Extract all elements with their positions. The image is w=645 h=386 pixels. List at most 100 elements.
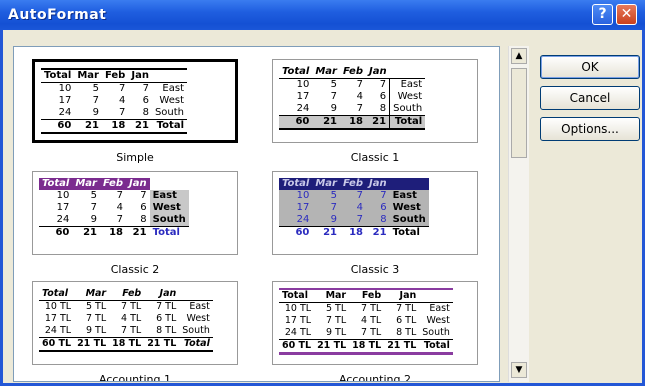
preview-table: Total Mar Feb Jan 10 5 7 7 East 17 7 4 6 West 24… <box>279 66 426 130</box>
row-label: West <box>159 95 184 106</box>
autoformat-dialog: AutoFormat ? ✕ Total Mar Feb Jan 10 5 7 7 Ea… <box>0 0 645 386</box>
data-cell: 9 <box>90 214 97 225</box>
format-simple[interactable]: Total Mar Feb Jan 10 5 7 7 East 17 7 4 6 West 24… <box>22 55 252 183</box>
header-cell <box>419 289 453 303</box>
data-cell: 17 <box>56 202 70 213</box>
data-cell: 17 TL <box>44 313 72 324</box>
total-cell: 60 TL <box>42 338 72 349</box>
total-cell: 21 <box>323 116 337 127</box>
header-cell: Total <box>282 178 310 189</box>
total-cell: 60 <box>55 227 70 238</box>
data-cell: 7 TL <box>121 301 142 312</box>
data-cell: 6 TL <box>396 315 417 326</box>
data-cell: 5 <box>92 83 99 94</box>
data-cell: 4 <box>116 202 123 213</box>
scroll-down-icon[interactable]: ▼ <box>511 362 527 378</box>
data-cell: 7 <box>116 214 123 225</box>
data-cell: 17 TL <box>284 315 312 326</box>
data-cell: 17 <box>296 202 310 213</box>
data-cell: 8 <box>142 107 149 118</box>
header-cell: Mar <box>315 66 337 77</box>
data-cell: 4 <box>356 91 363 102</box>
data-cell: 9 <box>330 103 337 114</box>
data-cell: 24 TL <box>284 327 312 338</box>
header-cell <box>179 288 213 301</box>
row-label: East <box>189 301 210 312</box>
data-cell: 10 <box>58 83 72 94</box>
data-cell: 7 <box>92 95 99 106</box>
data-cell: 7 <box>118 107 126 118</box>
data-cell: 9 TL <box>325 327 347 338</box>
data-cell: 6 <box>380 202 387 213</box>
preview-table: Total Mar Feb Jan 10 TL 5 TL 7 TL 7 TL East … <box>39 288 213 352</box>
header-cell: Jan <box>399 290 417 301</box>
format-classic-3[interactable]: Total Mar Feb Jan 10 5 7 7 East 17 7 4 6 West 24… <box>262 167 492 295</box>
total-cell: 60 <box>295 227 310 238</box>
data-cell: 6 TL <box>156 313 177 324</box>
options-button[interactable]: Options... <box>540 117 640 141</box>
data-cell: 7 TL <box>361 303 382 314</box>
preview-frame: Total Mar Feb Jan 10 5 7 7 East 17 7 4 6 West 24… <box>272 59 478 143</box>
total-cell: 60 <box>295 116 310 127</box>
data-cell: 17 <box>58 95 72 106</box>
total-cell: 21 <box>132 227 147 238</box>
data-cell: 24 <box>296 103 310 114</box>
vertical-scrollbar[interactable]: ▲ ▼ <box>508 46 529 382</box>
close-icon[interactable]: ✕ <box>616 4 637 25</box>
row-label: South <box>392 214 426 225</box>
header-cell: Mar <box>325 290 347 301</box>
data-cell: 10 <box>296 79 310 90</box>
scroll-up-icon[interactable]: ▲ <box>511 48 527 64</box>
total-cell: 18 <box>349 227 363 238</box>
data-cell: 5 <box>330 190 337 201</box>
row-label: South <box>154 107 184 118</box>
data-cell: 7 TL <box>85 313 107 324</box>
data-cell: 7 <box>379 79 387 90</box>
data-cell: 4 <box>118 95 126 106</box>
preview-table: Total Mar Feb Jan 10 TL 5 TL 7 TL 7 TL East … <box>279 288 453 355</box>
row-label: West <box>392 202 421 213</box>
total-cell: 21 <box>135 120 149 131</box>
row-label: South <box>422 327 450 338</box>
data-cell: 9 <box>92 107 99 118</box>
header-cell: Jan <box>369 66 387 77</box>
data-cell: 7 <box>380 190 387 201</box>
data-cell: 7 <box>330 202 337 213</box>
total-label: Total <box>156 120 184 131</box>
ok-button[interactable]: OK <box>540 55 640 79</box>
data-cell: 8 <box>380 214 387 225</box>
header-cell: Feb <box>104 70 126 81</box>
preview-frame: Total Mar Feb Jan 10 5 7 7 East 17 7 4 6 West 24… <box>32 171 238 255</box>
data-cell: 8 TL <box>156 325 177 336</box>
format-accounting-1[interactable]: Total Mar Feb Jan 10 TL 5 TL 7 TL 7 TL East … <box>22 277 252 381</box>
row-label: East <box>149 190 189 202</box>
data-cell: 8 <box>379 103 387 114</box>
header-cell: Jan <box>369 178 387 189</box>
header-cell <box>149 178 189 190</box>
data-cell: 10 TL <box>284 303 312 314</box>
total-cell: 18 TL <box>352 340 382 351</box>
format-classic-1[interactable]: Total Mar Feb Jan 10 5 7 7 East 17 7 4 6 West 24… <box>262 55 492 183</box>
cancel-button[interactable]: Cancel <box>540 86 640 110</box>
total-cell: 21 TL <box>147 338 177 349</box>
total-cell: 21 <box>83 227 97 238</box>
data-cell: 7 <box>356 190 363 201</box>
total-cell: 21 <box>323 227 337 238</box>
scroll-thumb[interactable] <box>511 68 527 158</box>
data-cell: 7 TL <box>121 325 142 336</box>
dialog-title: AutoFormat <box>8 7 107 23</box>
header-cell: Feb <box>122 288 142 299</box>
data-cell: 5 <box>90 190 97 201</box>
total-cell: 18 <box>111 120 126 131</box>
help-icon[interactable]: ? <box>592 4 613 25</box>
format-accounting-2[interactable]: Total Mar Feb Jan 10 TL 5 TL 7 TL 7 TL East … <box>262 277 492 381</box>
total-label: Total <box>152 227 180 238</box>
format-classic-2[interactable]: Total Mar Feb Jan 10 5 7 7 East 17 7 4 6 West 24… <box>22 167 252 295</box>
data-cell: 9 TL <box>85 325 107 336</box>
data-cell: 5 TL <box>325 303 347 314</box>
title-bar[interactable]: AutoFormat ? ✕ <box>0 0 645 30</box>
row-label: West <box>426 315 450 326</box>
data-cell: 10 <box>296 190 310 201</box>
header-cell <box>390 66 426 79</box>
row-label: West <box>149 202 189 214</box>
